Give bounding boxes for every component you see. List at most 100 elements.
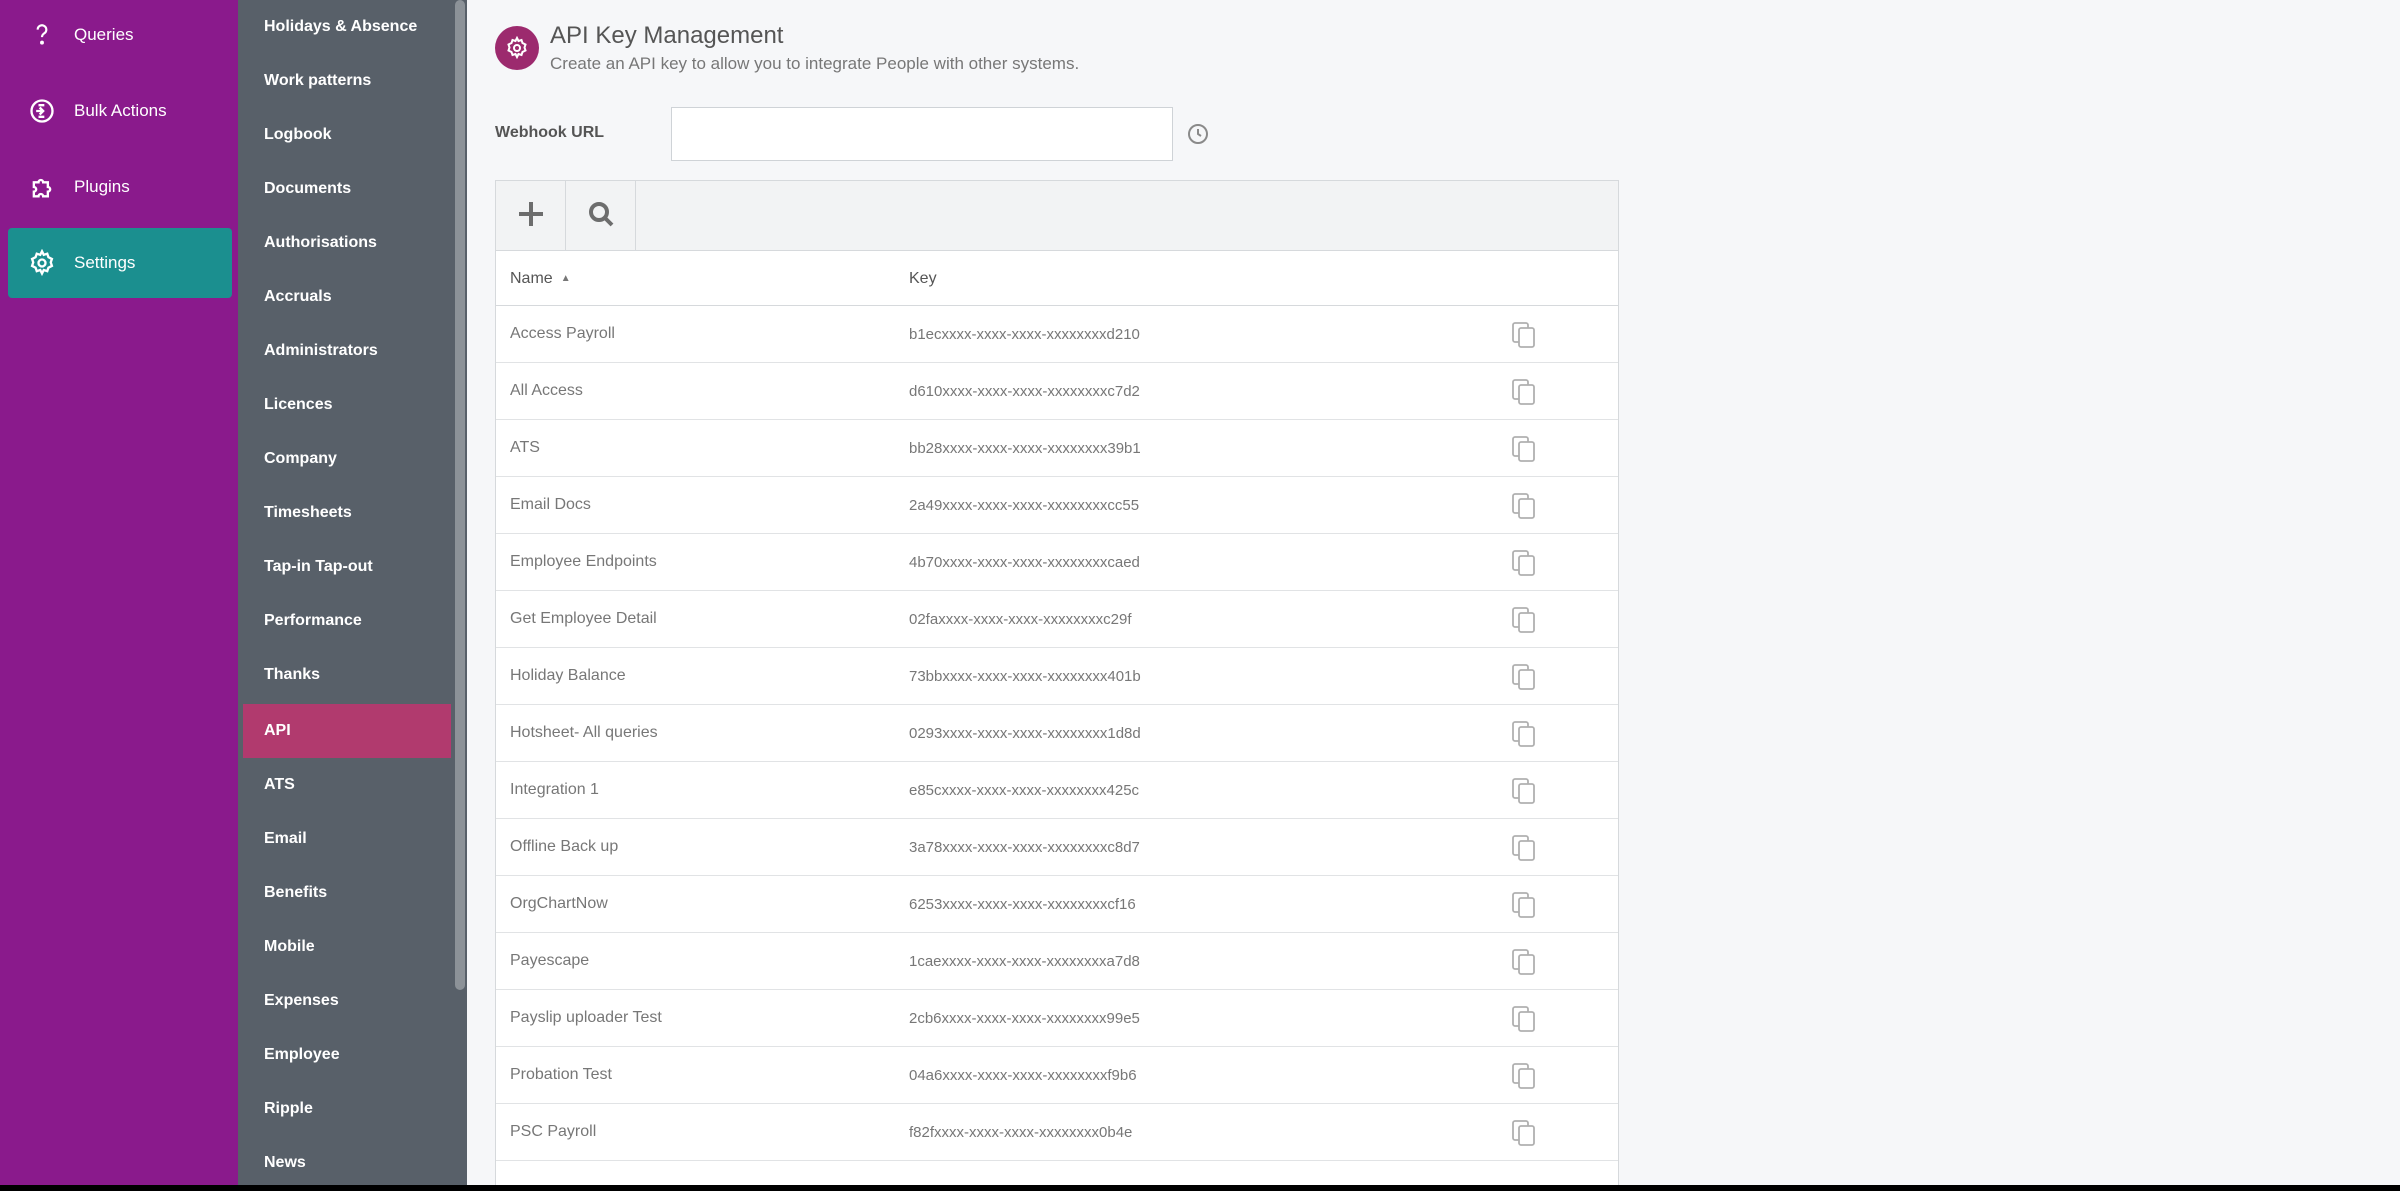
subnav-item-ats[interactable]: ATS <box>243 758 451 812</box>
nav-item-plugins[interactable]: Plugins <box>8 152 232 222</box>
api-key-name: Integration 1 <box>510 781 599 798</box>
copy-icon[interactable] <box>1510 320 1538 350</box>
nav-item-settings[interactable]: Settings <box>8 228 232 298</box>
nav-item-bulk-actions[interactable]: Bulk Actions <box>8 76 232 146</box>
api-keys-table-body: Access Payroll b1ecxxxx-xxxx-xxxx-xxxxxxx… <box>496 306 1618 1161</box>
plus-icon <box>516 199 546 234</box>
table-row[interactable]: Integration 1 e85cxxxx-xxxx-xxxx-xxxxxxxx… <box>496 762 1618 819</box>
copy-icon[interactable] <box>1510 434 1538 464</box>
nav-item-label: Settings <box>74 253 136 272</box>
copy-icon[interactable] <box>1510 1118 1538 1148</box>
subnav-item-benefits[interactable]: Benefits <box>243 866 451 920</box>
copy-icon[interactable] <box>1510 776 1538 806</box>
api-key-value: bb28xxxx-xxxx-xxxx-xxxxxxxx39b1 <box>909 439 1141 457</box>
subnav-item-news[interactable]: News <box>243 1136 451 1185</box>
subnav-item-authorisations[interactable]: Authorisations <box>243 216 451 270</box>
table-row[interactable]: Offline Back up 3a78xxxx-xxxx-xxxx-xxxxxx… <box>496 819 1618 876</box>
nav-item-label: Bulk Actions <box>74 101 167 120</box>
add-api-key-button[interactable] <box>496 181 566 251</box>
subnav-item-performance[interactable]: Performance <box>243 594 451 648</box>
table-row[interactable]: Get Employee Detail 02faxxxx-xxxx-xxxx-xx… <box>496 591 1618 648</box>
table-row[interactable]: Payslip uploader Test 2cb6xxxx-xxxx-xxxx-… <box>496 990 1618 1047</box>
api-keys-panel: Name ▲ Key Access Payroll b1ecxxxx-xxxx-x… <box>495 180 1619 1185</box>
api-key-value: 1caexxxx-xxxx-xxxx-xxxxxxxxa7d8 <box>909 952 1140 970</box>
gear-icon <box>495 26 539 70</box>
subnav-item-ripple[interactable]: Ripple <box>243 1082 451 1136</box>
api-key-name: Offline Back up <box>510 838 619 855</box>
copy-icon[interactable] <box>1510 548 1538 578</box>
webhook-url-input[interactable] <box>671 107 1173 161</box>
table-row[interactable]: Email Docs 2a49xxxx-xxxx-xxxx-xxxxxxxxcc5… <box>496 477 1618 534</box>
table-row[interactable]: Hotsheet- All queries 0293xxxx-xxxx-xxxx-… <box>496 705 1618 762</box>
api-key-name: All Access <box>510 382 583 399</box>
api-key-name: Access Payroll <box>510 325 615 342</box>
subnav-item-tap-in-tap-out[interactable]: Tap-in Tap-out <box>243 540 451 594</box>
subnav-item-work-patterns[interactable]: Work patterns <box>243 54 451 108</box>
subnav-item-administrators[interactable]: Administrators <box>243 324 451 378</box>
api-key-value: 0293xxxx-xxxx-xxxx-xxxxxxxx1d8d <box>909 724 1141 742</box>
api-key-name: Holiday Balance <box>510 667 626 684</box>
settings-subnav: Holidays & Absence Work patterns Logbook… <box>238 0 467 1185</box>
column-header-label: Name <box>510 269 553 287</box>
api-key-name: PSC Payroll <box>510 1123 597 1140</box>
table-row[interactable]: PSC Payroll f82fxxxx-xxxx-xxxx-xxxxxxxx0b… <box>496 1104 1618 1161</box>
clock-icon[interactable] <box>1186 122 1210 146</box>
api-key-name: Payescape <box>510 952 590 969</box>
subnav-item-documents[interactable]: Documents <box>243 162 451 216</box>
subnav-item-licences[interactable]: Licences <box>243 378 451 432</box>
copy-icon[interactable] <box>1510 890 1538 920</box>
table-row[interactable]: Probation Test 04a6xxxx-xxxx-xxxx-xxxxxxx… <box>496 1047 1618 1104</box>
table-row[interactable]: ATS bb28xxxx-xxxx-xxxx-xxxxxxxx39b1 <box>496 420 1618 477</box>
api-key-name: Email Docs <box>510 496 591 513</box>
table-toolbar <box>496 181 1618 251</box>
main-content: API Key Management Create an API key to … <box>467 0 2400 1185</box>
question-icon <box>22 15 62 55</box>
copy-icon[interactable] <box>1510 662 1538 692</box>
subnav-item-mobile[interactable]: Mobile <box>243 920 451 974</box>
copy-icon[interactable] <box>1510 605 1538 635</box>
subnav-item-logbook[interactable]: Logbook <box>243 108 451 162</box>
nav-item-queries[interactable]: Queries <box>8 0 232 70</box>
page-subtitle: Create an API key to allow you to integr… <box>550 54 1080 73</box>
copy-icon[interactable] <box>1510 947 1538 977</box>
copy-icon[interactable] <box>1510 491 1538 521</box>
copy-icon[interactable] <box>1510 833 1538 863</box>
copy-icon[interactable] <box>1510 377 1538 407</box>
table-row[interactable]: Holiday Balance 73bbxxxx-xxxx-xxxx-xxxxxx… <box>496 648 1618 705</box>
subnav-item-api[interactable]: API <box>243 704 451 758</box>
subnav-item-company[interactable]: Company <box>243 432 451 486</box>
subnav-item-employee[interactable]: Employee <box>243 1028 451 1082</box>
table-row[interactable]: OrgChartNow 6253xxxx-xxxx-xxxx-xxxxxxxxcf… <box>496 876 1618 933</box>
subnav-item-email[interactable]: Email <box>243 812 451 866</box>
api-key-value: 3a78xxxx-xxxx-xxxx-xxxxxxxxc8d7 <box>909 838 1140 856</box>
api-key-value: d610xxxx-xxxx-xxxx-xxxxxxxxc7d2 <box>909 382 1140 400</box>
subnav-item-expenses[interactable]: Expenses <box>243 974 451 1028</box>
copy-icon[interactable] <box>1510 719 1538 749</box>
api-key-name: Hotsheet- All queries <box>510 724 658 741</box>
search-button[interactable] <box>566 181 636 251</box>
api-key-value: 6253xxxx-xxxx-xxxx-xxxxxxxxcf16 <box>909 895 1136 913</box>
column-header-name[interactable]: Name ▲ <box>510 251 571 306</box>
subnav-item-holidays-absence[interactable]: Holidays & Absence <box>243 0 451 54</box>
api-key-name: Probation Test <box>510 1066 612 1083</box>
table-header: Name ▲ Key <box>496 251 1618 306</box>
api-key-value: 2cb6xxxx-xxxx-xxxx-xxxxxxxx99e5 <box>909 1009 1140 1027</box>
subnav-item-timesheets[interactable]: Timesheets <box>243 486 451 540</box>
api-key-name: Get Employee Detail <box>510 610 657 627</box>
webhook-url-label: Webhook URL <box>495 124 605 141</box>
api-key-name: Payslip uploader Test <box>510 1009 662 1026</box>
subnav-item-thanks[interactable]: Thanks <box>243 648 451 702</box>
table-row[interactable]: Employee Endpoints 4b70xxxx-xxxx-xxxx-xxx… <box>496 534 1618 591</box>
api-key-value: 02faxxxx-xxxx-xxxx-xxxxxxxxc29f <box>909 610 1132 628</box>
table-row[interactable]: All Access d610xxxx-xxxx-xxxx-xxxxxxxxc7d… <box>496 363 1618 420</box>
subnav-item-accruals[interactable]: Accruals <box>243 270 451 324</box>
subnav-scrollbar[interactable] <box>455 0 465 990</box>
api-key-value: 73bbxxxx-xxxx-xxxx-xxxxxxxx401b <box>909 667 1141 685</box>
copy-icon[interactable] <box>1510 1061 1538 1091</box>
puzzle-icon <box>22 167 62 207</box>
search-icon <box>586 199 616 234</box>
copy-icon[interactable] <box>1510 1004 1538 1034</box>
table-row[interactable]: Payescape 1caexxxx-xxxx-xxxx-xxxxxxxxa7d8 <box>496 933 1618 990</box>
page-title: API Key Management <box>550 22 784 49</box>
table-row[interactable]: Access Payroll b1ecxxxx-xxxx-xxxx-xxxxxxx… <box>496 306 1618 363</box>
